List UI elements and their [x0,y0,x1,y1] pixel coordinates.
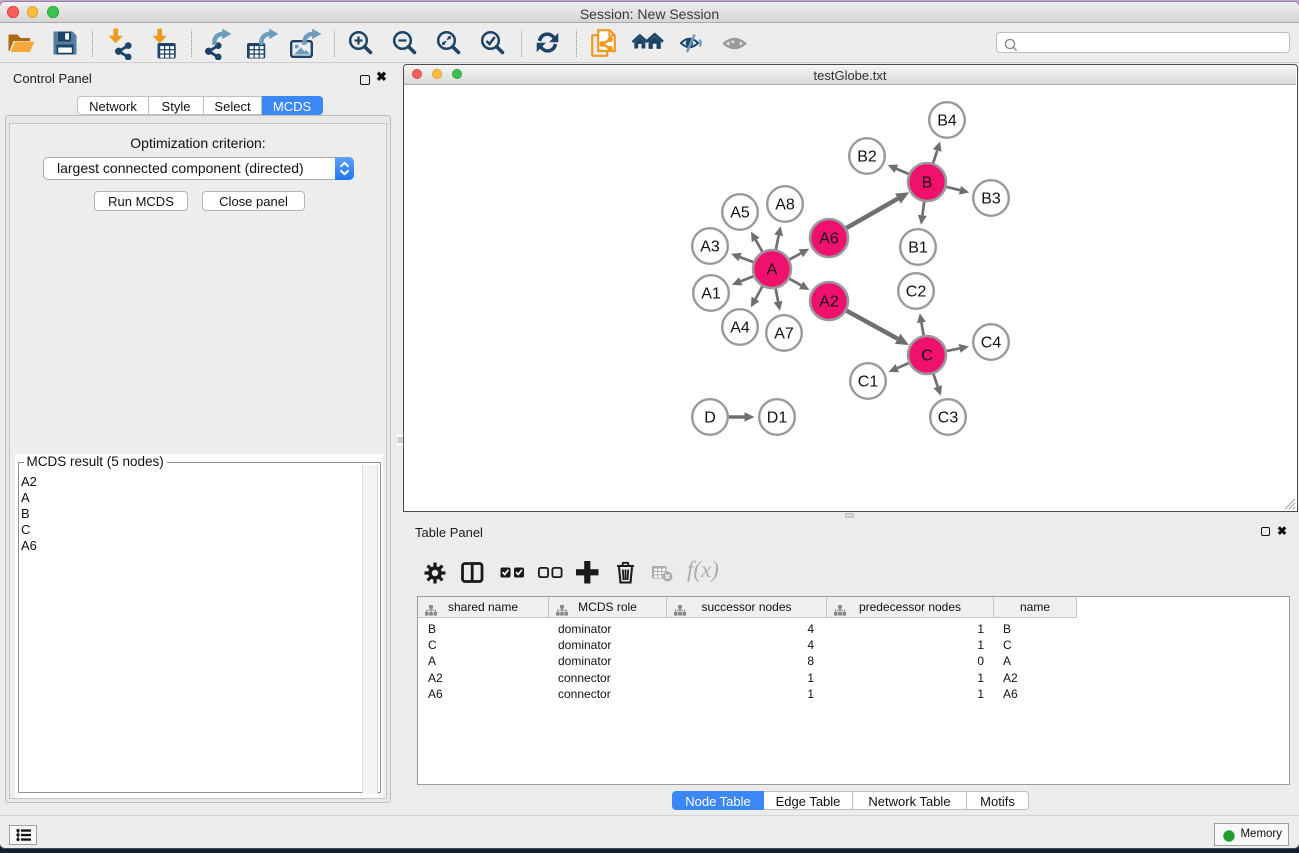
svg-text:A8: A8 [775,197,795,214]
svg-text:C2: C2 [906,284,927,301]
svg-text:A1: A1 [701,286,721,303]
svg-text:A3: A3 [700,239,720,256]
svg-text:D: D [704,410,716,427]
svg-text:C4: C4 [981,335,1002,352]
svg-text:A4: A4 [730,320,750,337]
svg-text:C: C [921,348,933,365]
svg-text:B4: B4 [937,113,957,130]
svg-text:C1: C1 [858,374,879,391]
svg-text:A5: A5 [730,205,750,222]
svg-text:B2: B2 [857,149,877,166]
svg-text:B1: B1 [908,240,928,257]
svg-text:A7: A7 [774,326,794,343]
svg-text:A6: A6 [819,231,839,248]
svg-text:B3: B3 [981,191,1001,208]
svg-text:D1: D1 [767,410,788,427]
svg-text:A: A [767,262,778,279]
svg-text:C3: C3 [938,410,959,427]
svg-text:A2: A2 [819,294,839,311]
svg-text:B: B [922,175,933,192]
